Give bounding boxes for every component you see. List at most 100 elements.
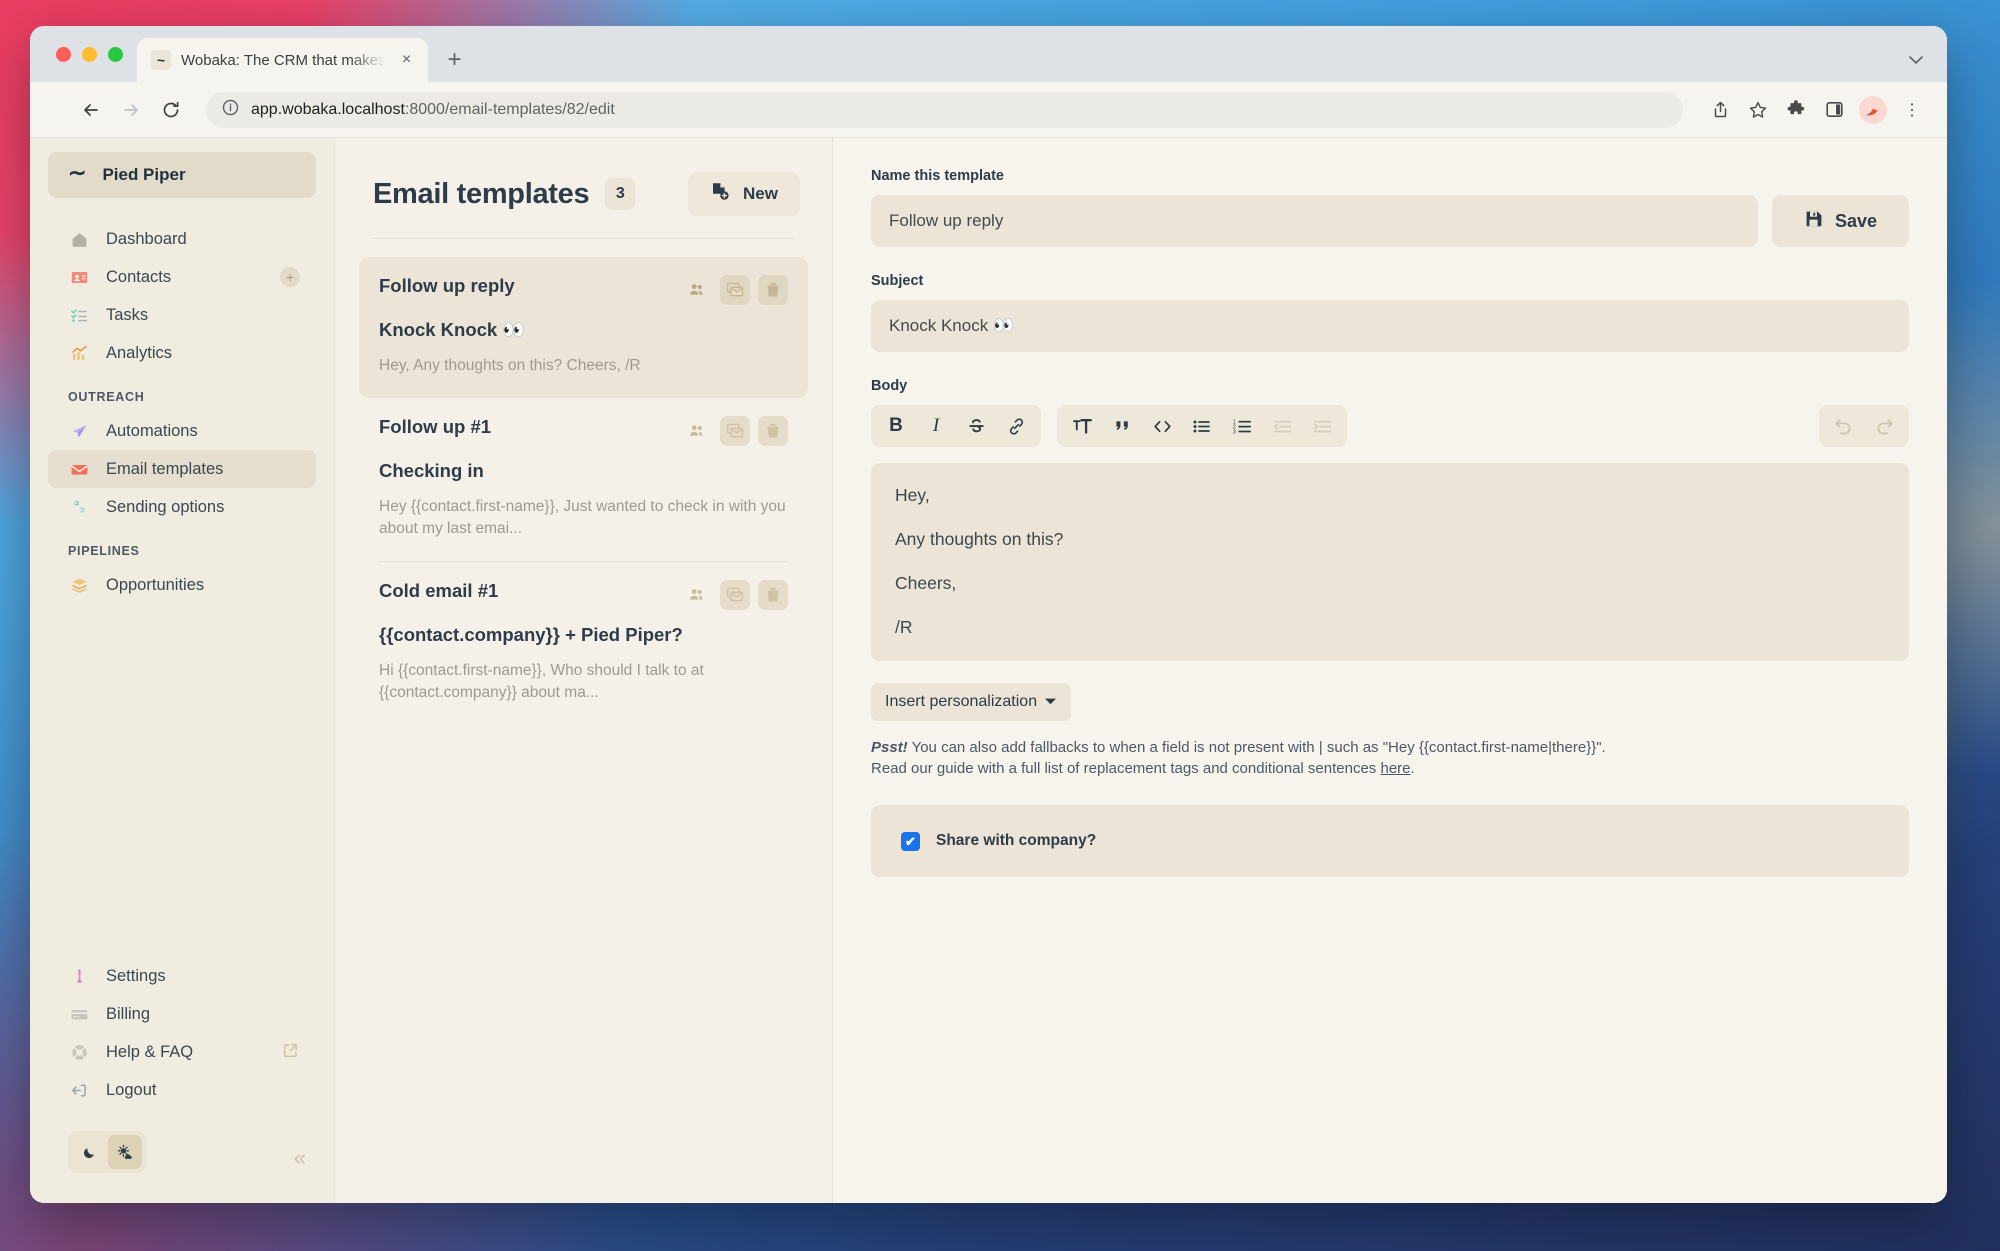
- sidebar-item-sending-options[interactable]: Sending options: [48, 488, 316, 526]
- template-card[interactable]: Cold email #1 {{contact.company}} + Pied…: [359, 562, 808, 725]
- share-users-icon[interactable]: [682, 416, 712, 446]
- duplicate-email-icon[interactable]: [720, 580, 750, 611]
- sidebar-item-logout[interactable]: Logout: [48, 1071, 316, 1109]
- body-field-label: Body: [871, 378, 908, 394]
- list-header: Email templates 3 New: [335, 168, 832, 220]
- collapse-sidebar-button[interactable]: «: [294, 1147, 306, 1169]
- save-button[interactable]: Save: [1772, 195, 1909, 247]
- code-icon[interactable]: [1143, 409, 1181, 443]
- share-with-company-row[interactable]: ✔ Share with company?: [871, 805, 1909, 878]
- section-label-outreach: OUTREACH: [68, 390, 145, 404]
- sidebar-item-contacts[interactable]: Contacts +: [48, 258, 316, 296]
- card-actions: [682, 416, 788, 447]
- sidebar-item-dashboard[interactable]: Dashboard: [48, 220, 316, 258]
- profile-avatar[interactable]: [1859, 95, 1887, 124]
- sidebar-item-billing[interactable]: Billing: [48, 995, 316, 1033]
- template-subject: {{contact.company}} + Pied Piper?: [379, 624, 683, 646]
- reload-button[interactable]: [154, 93, 188, 127]
- delete-icon[interactable]: [758, 580, 788, 611]
- hint-text-2: Read our guide with a full list of repla…: [871, 759, 1381, 777]
- insert-personalization-label: Insert personalization: [885, 692, 1038, 710]
- theme-toggle[interactable]: [68, 1131, 146, 1173]
- delete-icon[interactable]: [758, 416, 788, 447]
- bullet-list-icon[interactable]: [1183, 409, 1221, 443]
- puzzle-icon[interactable]: [1779, 93, 1813, 127]
- insert-personalization-dropdown[interactable]: Insert personalization: [871, 682, 1071, 721]
- italic-icon[interactable]: I: [917, 409, 955, 443]
- external-link-icon[interactable]: [283, 1043, 298, 1062]
- template-list-column: Email templates 3 New Follow up reply Kn…: [335, 138, 833, 1203]
- link-icon[interactable]: [997, 409, 1035, 443]
- delete-icon[interactable]: [758, 275, 788, 305]
- sidebar-item-tasks[interactable]: Tasks: [48, 296, 316, 334]
- floppy-disk-icon: [1804, 209, 1823, 233]
- tilde-icon: ~: [151, 50, 171, 70]
- sidebar-item-label: Logout: [106, 1080, 157, 1099]
- browser-menu-icon[interactable]: ⋮: [1895, 93, 1929, 127]
- hint-line-2: Read our guide with a full list of repla…: [871, 758, 1909, 779]
- chevron-down-icon[interactable]: [1909, 52, 1923, 68]
- bookmark-star-icon[interactable]: [1741, 93, 1775, 127]
- template-card[interactable]: Follow up reply Knock Knock 👀 Hey, Any t…: [359, 257, 808, 399]
- sidebar-item-analytics[interactable]: Analytics: [48, 334, 316, 372]
- template-name-input[interactable]: Follow up reply: [871, 195, 1758, 247]
- template-subject: Knock Knock 👀: [379, 319, 526, 340]
- sidebar-item-automations[interactable]: Automations: [48, 412, 316, 450]
- subject-field-label: Subject: [871, 273, 924, 289]
- bold-icon[interactable]: B: [877, 409, 915, 443]
- blockquote-icon[interactable]: [1103, 409, 1141, 443]
- heading-icon[interactable]: [1063, 409, 1101, 443]
- template-name: Follow up reply: [379, 275, 515, 296]
- browser-tab[interactable]: ~ Wobaka: The CRM that makes ×: [137, 38, 428, 82]
- close-icon[interactable]: ×: [396, 49, 418, 71]
- guide-link[interactable]: here: [1380, 760, 1410, 777]
- sidebar-item-email-templates[interactable]: Email templates: [48, 450, 316, 488]
- template-card[interactable]: Follow up #1 Checking in Hey {{contact.f…: [359, 398, 808, 561]
- share-checkbox[interactable]: ✔: [901, 831, 920, 851]
- sidebar-item-help-faq[interactable]: Help & FAQ: [48, 1033, 316, 1071]
- outdent-icon[interactable]: [1263, 409, 1301, 443]
- duplicate-email-icon[interactable]: [720, 275, 750, 305]
- block-style-group: 123: [1057, 405, 1347, 447]
- layers-icon: [68, 576, 90, 595]
- redo-icon[interactable]: [1865, 409, 1903, 443]
- sidebar-item-opportunities[interactable]: Opportunities: [48, 566, 316, 604]
- sidebar-item-settings[interactable]: Settings: [48, 957, 316, 995]
- new-template-button[interactable]: New: [688, 172, 800, 216]
- light-mode-icon[interactable]: [108, 1135, 142, 1169]
- workspace-switcher[interactable]: ∼ Pied Piper: [48, 152, 316, 198]
- share-users-icon[interactable]: [682, 580, 712, 610]
- template-preview: Hey {{contact.first-name}}, Just wanted …: [379, 498, 786, 537]
- logout-icon: [68, 1081, 90, 1100]
- dark-mode-icon[interactable]: [72, 1135, 106, 1169]
- workspace-name: Pied Piper: [102, 165, 186, 184]
- gears-icon: [68, 498, 90, 517]
- subject-input[interactable]: Knock Knock 👀: [871, 300, 1909, 352]
- back-button[interactable]: [74, 93, 108, 127]
- text-style-group: B I: [871, 405, 1041, 447]
- undo-icon[interactable]: [1825, 409, 1863, 443]
- sidebar-item-label: Settings: [106, 966, 166, 985]
- contacts-icon: [68, 268, 90, 287]
- close-window-button[interactable]: [56, 46, 71, 62]
- strikethrough-icon[interactable]: [957, 409, 995, 443]
- new-tab-button[interactable]: +: [438, 43, 472, 77]
- share-icon[interactable]: [1703, 93, 1737, 127]
- duplicate-email-icon[interactable]: [720, 416, 750, 447]
- maximize-window-button[interactable]: [108, 46, 123, 62]
- side-panel-icon[interactable]: [1817, 93, 1851, 127]
- site-info-icon[interactable]: [222, 99, 239, 121]
- hint-line-1: Psst! You can also add fallbacks to when…: [871, 737, 1909, 758]
- address-bar[interactable]: app.wobaka.localhost:8000/email-template…: [206, 91, 1683, 128]
- template-preview: Hey, Any thoughts on this? Cheers, /R: [379, 357, 641, 374]
- numbered-list-icon[interactable]: 123: [1223, 409, 1261, 443]
- forward-button[interactable]: [114, 93, 148, 127]
- body-line: Any thoughts on this?: [895, 528, 1064, 549]
- minimize-window-button[interactable]: [82, 46, 97, 62]
- share-users-icon[interactable]: [682, 275, 712, 305]
- name-field-label: Name this template: [871, 168, 1004, 184]
- body-editor[interactable]: Hey, Any thoughts on this? Cheers, /R: [871, 463, 1909, 661]
- add-contact-button[interactable]: +: [280, 267, 300, 287]
- indent-icon[interactable]: [1303, 409, 1341, 443]
